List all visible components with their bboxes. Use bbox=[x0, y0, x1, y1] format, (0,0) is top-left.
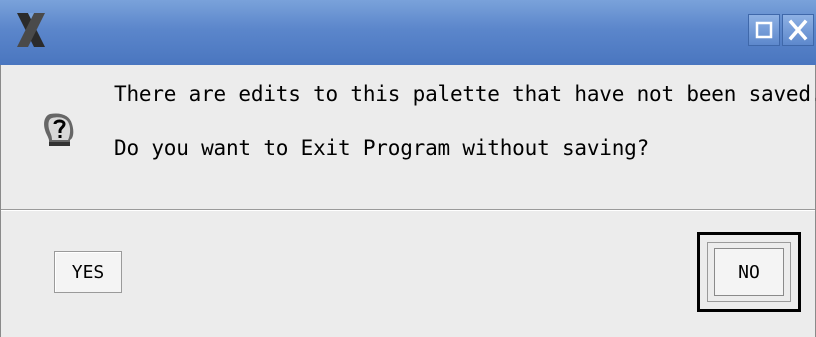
divider bbox=[1, 209, 815, 211]
dialog-window: There are edits to this palette that hav… bbox=[0, 0, 816, 337]
close-icon bbox=[788, 19, 808, 41]
yes-button[interactable]: YES bbox=[54, 251, 122, 293]
maximize-icon bbox=[755, 21, 773, 39]
maximize-button[interactable] bbox=[748, 14, 780, 46]
title-bar[interactable] bbox=[0, 0, 816, 65]
message-line-1: There are edits to this palette that hav… bbox=[114, 82, 816, 106]
no-button[interactable]: NO bbox=[714, 248, 784, 296]
question-head-icon bbox=[44, 113, 74, 146]
close-button[interactable] bbox=[782, 14, 814, 46]
message-line-2: Do you want to Exit Program without savi… bbox=[114, 136, 650, 160]
x-logo-icon[interactable] bbox=[14, 10, 48, 50]
